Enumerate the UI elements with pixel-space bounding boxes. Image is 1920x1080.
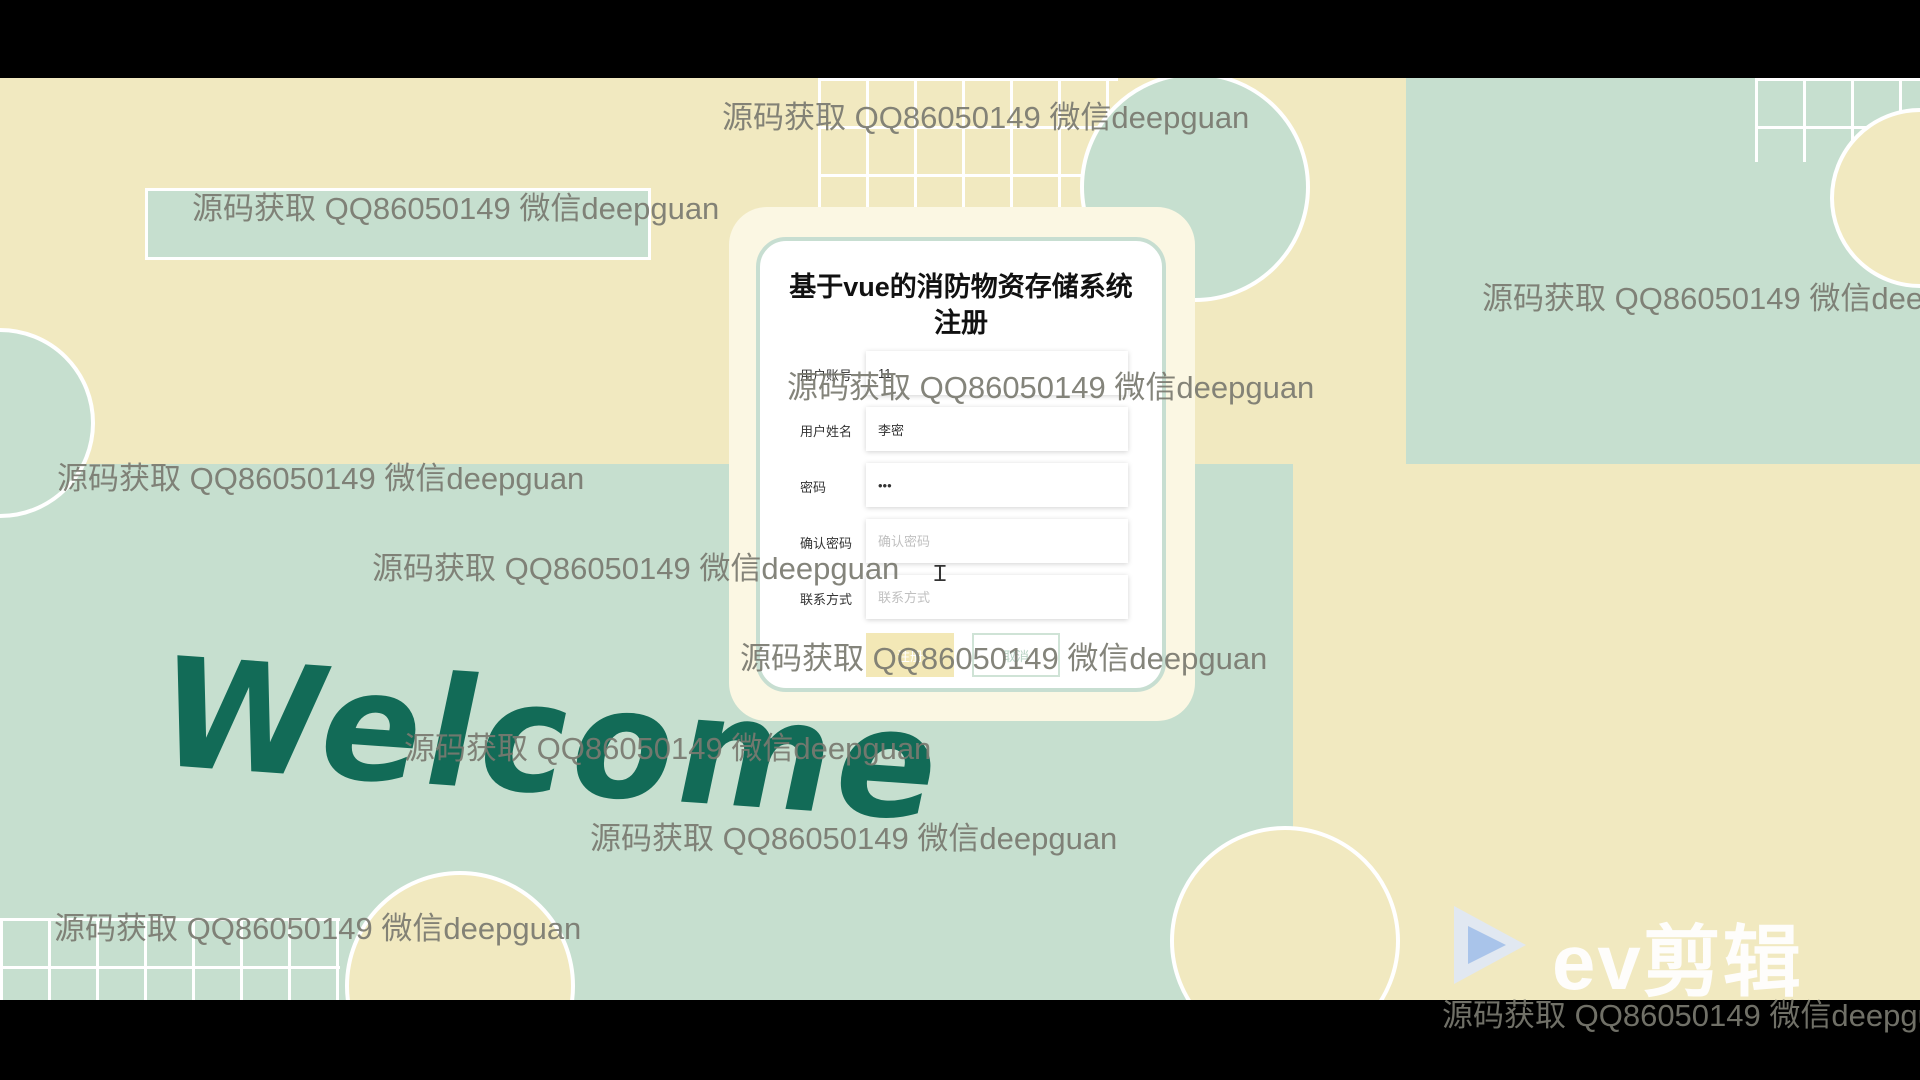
password-input[interactable] <box>866 463 1128 507</box>
ev-logo-text: ev剪辑 <box>1552 918 1803 1006</box>
watermark-6: 源码获取 QQ86050149 微信deepguan <box>372 551 900 586</box>
watermark-5: 源码获取 QQ86050149 微信deepguan <box>57 461 585 496</box>
ev-play-icon <box>1454 906 1526 984</box>
watermark-9: 源码获取 QQ86050149 微信deepguan <box>590 821 1118 856</box>
field-row-password: 密码 <box>760 463 1162 507</box>
watermark-1: 源码获取 QQ86050149 微信deepguan <box>722 100 1250 135</box>
name-input[interactable] <box>866 407 1128 451</box>
password-label: 密码 <box>800 480 827 495</box>
watermark-3: 源码获取 QQ86050149 微信deepguan <box>1482 281 1920 316</box>
watermark-10: 源码获取 QQ86050149 微信deepguan <box>54 911 582 946</box>
watermark-4: 源码获取 QQ86050149 微信deepguan <box>787 370 1315 405</box>
watermark-2: 源码获取 QQ86050149 微信deepguan <box>192 191 720 226</box>
form-title: 基于vue的消防物资存储系统注册 <box>789 272 1133 338</box>
text-cursor-icon: Ｉ <box>929 561 952 586</box>
watermark-7: 源码获取 QQ86050149 微信deepguan <box>740 641 1268 676</box>
field-row-name: 用户姓名 <box>760 407 1162 451</box>
watermark-8: 源码获取 QQ86050149 微信deepguan <box>404 731 932 766</box>
name-label: 用户姓名 <box>800 424 853 439</box>
confirm-password-input[interactable] <box>866 519 1128 563</box>
contact-label: 联系方式 <box>800 592 853 607</box>
contact-input[interactable] <box>866 575 1128 619</box>
registration-form: 基于vue的消防物资存储系统注册 用户账号 用户姓名 密码 确认密码 联系方式 … <box>756 237 1166 692</box>
